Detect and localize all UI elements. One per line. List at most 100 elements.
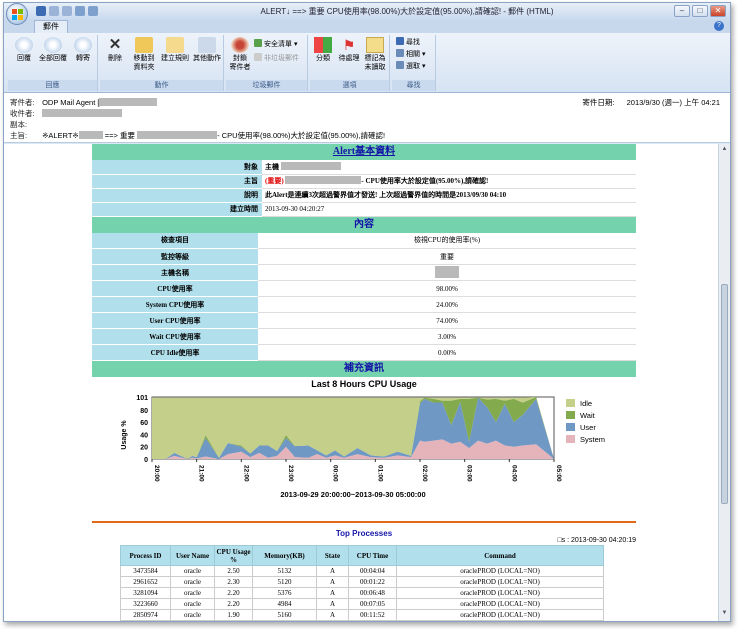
down-arrow-icon[interactable]	[88, 6, 98, 16]
message-header: 寄件者: ODP Mail Agent [ 寄件日期: 2013/9/30 (週…	[4, 93, 730, 143]
table-cell: 2850974	[120, 609, 171, 621]
move-to-folder-button[interactable]: 移動到 資料夾	[128, 37, 160, 72]
table-cell: 5120	[252, 576, 317, 588]
subject-redacted-2	[137, 131, 218, 139]
table-cell: oracle	[170, 576, 215, 588]
table-row: 3281094 oracle 2.20 5376 A 00:06:48 oraclePROD…	[120, 587, 604, 599]
table-header-row: Process ID User Name CPU Usage % Memory(…	[120, 545, 604, 566]
group-options: 分類 ⚑ 待處理 標記為 未讀取 選項	[310, 35, 390, 91]
outlook-message-window: ALERT↓ ==> 重要 CPU使用率(98.00%)大於設定值(95.00%…	[3, 2, 731, 622]
subject-body-redacted	[285, 176, 362, 184]
group-actions: ✕ 刪除 移動到 資料夾 建立規則 其他動作 動作	[100, 35, 224, 91]
top-processes-table: Process ID User Name CPU Usage % Memory(…	[120, 545, 604, 621]
report-content: Alert基本資料 對象 主機 主旨 (重要) - CPU使用率大於設定值(95.0…	[92, 144, 636, 621]
legend-label: Idle	[580, 399, 592, 408]
ribbon: 回覆 全部回覆 轉寄 回應 ✕ 刪除 移動到 資料夾 建立規則 其他動作 動作 …	[4, 33, 730, 93]
cpu-usage-chart: Last 8 Hours CPU Usage 0 20 40 60 80 101 20:00…	[92, 377, 636, 517]
redo-icon[interactable]	[62, 6, 72, 16]
alert-section-title[interactable]: Alert基本資料	[92, 144, 636, 160]
to-redacted[interactable]	[42, 109, 123, 117]
table-row: CPU使用率 98.00%	[92, 280, 636, 297]
table-cell: 5376	[252, 587, 317, 599]
table-row: 監控等級 重要	[92, 248, 636, 265]
divider	[92, 521, 636, 523]
group-caption-options: 選項	[310, 80, 389, 91]
x-tick-label: 04:00	[510, 465, 517, 482]
safe-list-icon	[254, 39, 262, 47]
y-axis-label: Usage %	[121, 420, 128, 450]
from-value[interactable]: ODP Mail Agent [	[42, 98, 99, 107]
maximize-button[interactable]: □	[692, 5, 708, 17]
delete-icon: ✕	[108, 36, 122, 53]
content-section-title: 內容	[92, 216, 636, 233]
legend-swatch	[566, 435, 575, 443]
folder-icon	[135, 37, 153, 53]
reply-all-button[interactable]: 全部回覆	[38, 37, 68, 63]
categorize-button[interactable]: 分類	[312, 37, 334, 63]
group-caption-find: 尋找	[392, 80, 435, 91]
reply-button[interactable]: 回覆	[12, 37, 36, 63]
related-button[interactable]: 相關 ▾	[396, 49, 425, 59]
select-button[interactable]: 選取 ▾	[396, 61, 425, 71]
table-row: 3223660 oracle 2.20 4984 A 00:07:05 oraclePROD…	[120, 598, 604, 610]
subject-label: 主旨:	[10, 131, 28, 140]
legend-label: Wait	[580, 411, 596, 420]
table-cell: A	[316, 609, 349, 621]
office-logo-icon	[12, 9, 23, 20]
table-cell: oracle	[170, 598, 215, 610]
mark-unread-button[interactable]: 標記為 未讀取	[362, 37, 388, 72]
hostname-redacted	[435, 266, 459, 278]
table-cell: 3473584	[120, 565, 171, 577]
group-find: 尋找 相關 ▾ 選取 ▾ 尋找	[392, 35, 436, 91]
table-cell: A	[316, 587, 349, 599]
office-button[interactable]	[6, 3, 28, 25]
legend-swatch	[566, 411, 575, 419]
table-cell: 3223660	[120, 598, 171, 610]
top-processes-title: Top Processes	[335, 529, 393, 538]
table-row: 檢查項目 檢視CPU的使用率(%)	[92, 232, 636, 249]
find-button[interactable]: 尋找	[396, 37, 420, 47]
table-cell: 5160	[252, 609, 317, 621]
forward-button[interactable]: 轉寄	[72, 37, 94, 63]
scroll-up-icon[interactable]: ▲	[720, 146, 729, 155]
chart-svg: 0 20 40 60 80 101 20:00 21:00 22:00 23:00 00:00 01:…	[121, 395, 605, 499]
help-icon[interactable]: ?	[714, 21, 724, 31]
delete-button[interactable]: ✕ 刪除	[104, 37, 126, 63]
table-row: 主旨 (重要) - CPU使用率大於設定值(95.00%),請確認!	[92, 174, 636, 189]
table-row: 建立時間 2013-09-30 04:20:27	[92, 202, 636, 217]
not-junk-button[interactable]: 非垃圾郵件	[254, 53, 299, 63]
subject-redacted-1	[78, 131, 103, 139]
flag-icon: ⚑	[342, 37, 356, 53]
table-row: 說明 此Alert是連續3次超過警界值才發送! 上次超過警界值的時間是2013/0…	[92, 188, 636, 203]
sent-row: 寄件日期: 2013/9/30 (週一) 上午 04:21	[582, 97, 720, 108]
table-cell: 4984	[252, 598, 317, 610]
table-cell: oracle	[170, 609, 215, 621]
scroll-thumb[interactable]	[721, 284, 728, 504]
save-icon[interactable]	[36, 6, 46, 16]
scroll-down-icon[interactable]: ▼	[720, 610, 729, 619]
x-tick-label: 02:00	[421, 465, 428, 482]
minimize-button[interactable]: –	[674, 5, 690, 17]
follow-up-button[interactable]: ⚑ 待處理	[336, 37, 362, 63]
table-row: 對象 主機	[92, 160, 636, 175]
table-row: System CPU使用率 24.00%	[92, 296, 636, 313]
x-tick-label: 21:00	[198, 465, 205, 482]
table-cell: 2.20	[214, 598, 253, 610]
vertical-scrollbar[interactable]: ▲ ▼	[718, 144, 730, 621]
table-cell: 00:01:22	[348, 576, 397, 588]
safe-list-button[interactable]: 安全清單 ▾	[254, 39, 297, 49]
tab-message[interactable]: 郵件	[34, 20, 68, 33]
up-arrow-icon[interactable]	[75, 6, 85, 16]
sent-value: 2013/9/30 (週一) 上午 04:21	[626, 98, 720, 107]
subject-tail: - CPU使用率(98.00%)大於設定值(95.00%),請確認!	[217, 131, 386, 140]
other-actions-button[interactable]: 其他動作	[192, 37, 222, 63]
subject-row: 主旨: ※ALERT※ ==> 重要 - CPU使用率(98.00%)大於設定值…	[10, 130, 385, 141]
block-sender-icon	[231, 37, 249, 53]
y-tick-label: 40	[140, 432, 148, 439]
close-button[interactable]: ✕	[710, 5, 726, 17]
group-caption-junk: 垃圾郵件	[226, 80, 307, 91]
undo-icon[interactable]	[49, 6, 59, 16]
to-row: 收件者:	[10, 108, 123, 119]
create-rule-button[interactable]: 建立規則	[160, 37, 190, 63]
block-sender-button[interactable]: 封鎖 寄件者	[228, 37, 252, 72]
